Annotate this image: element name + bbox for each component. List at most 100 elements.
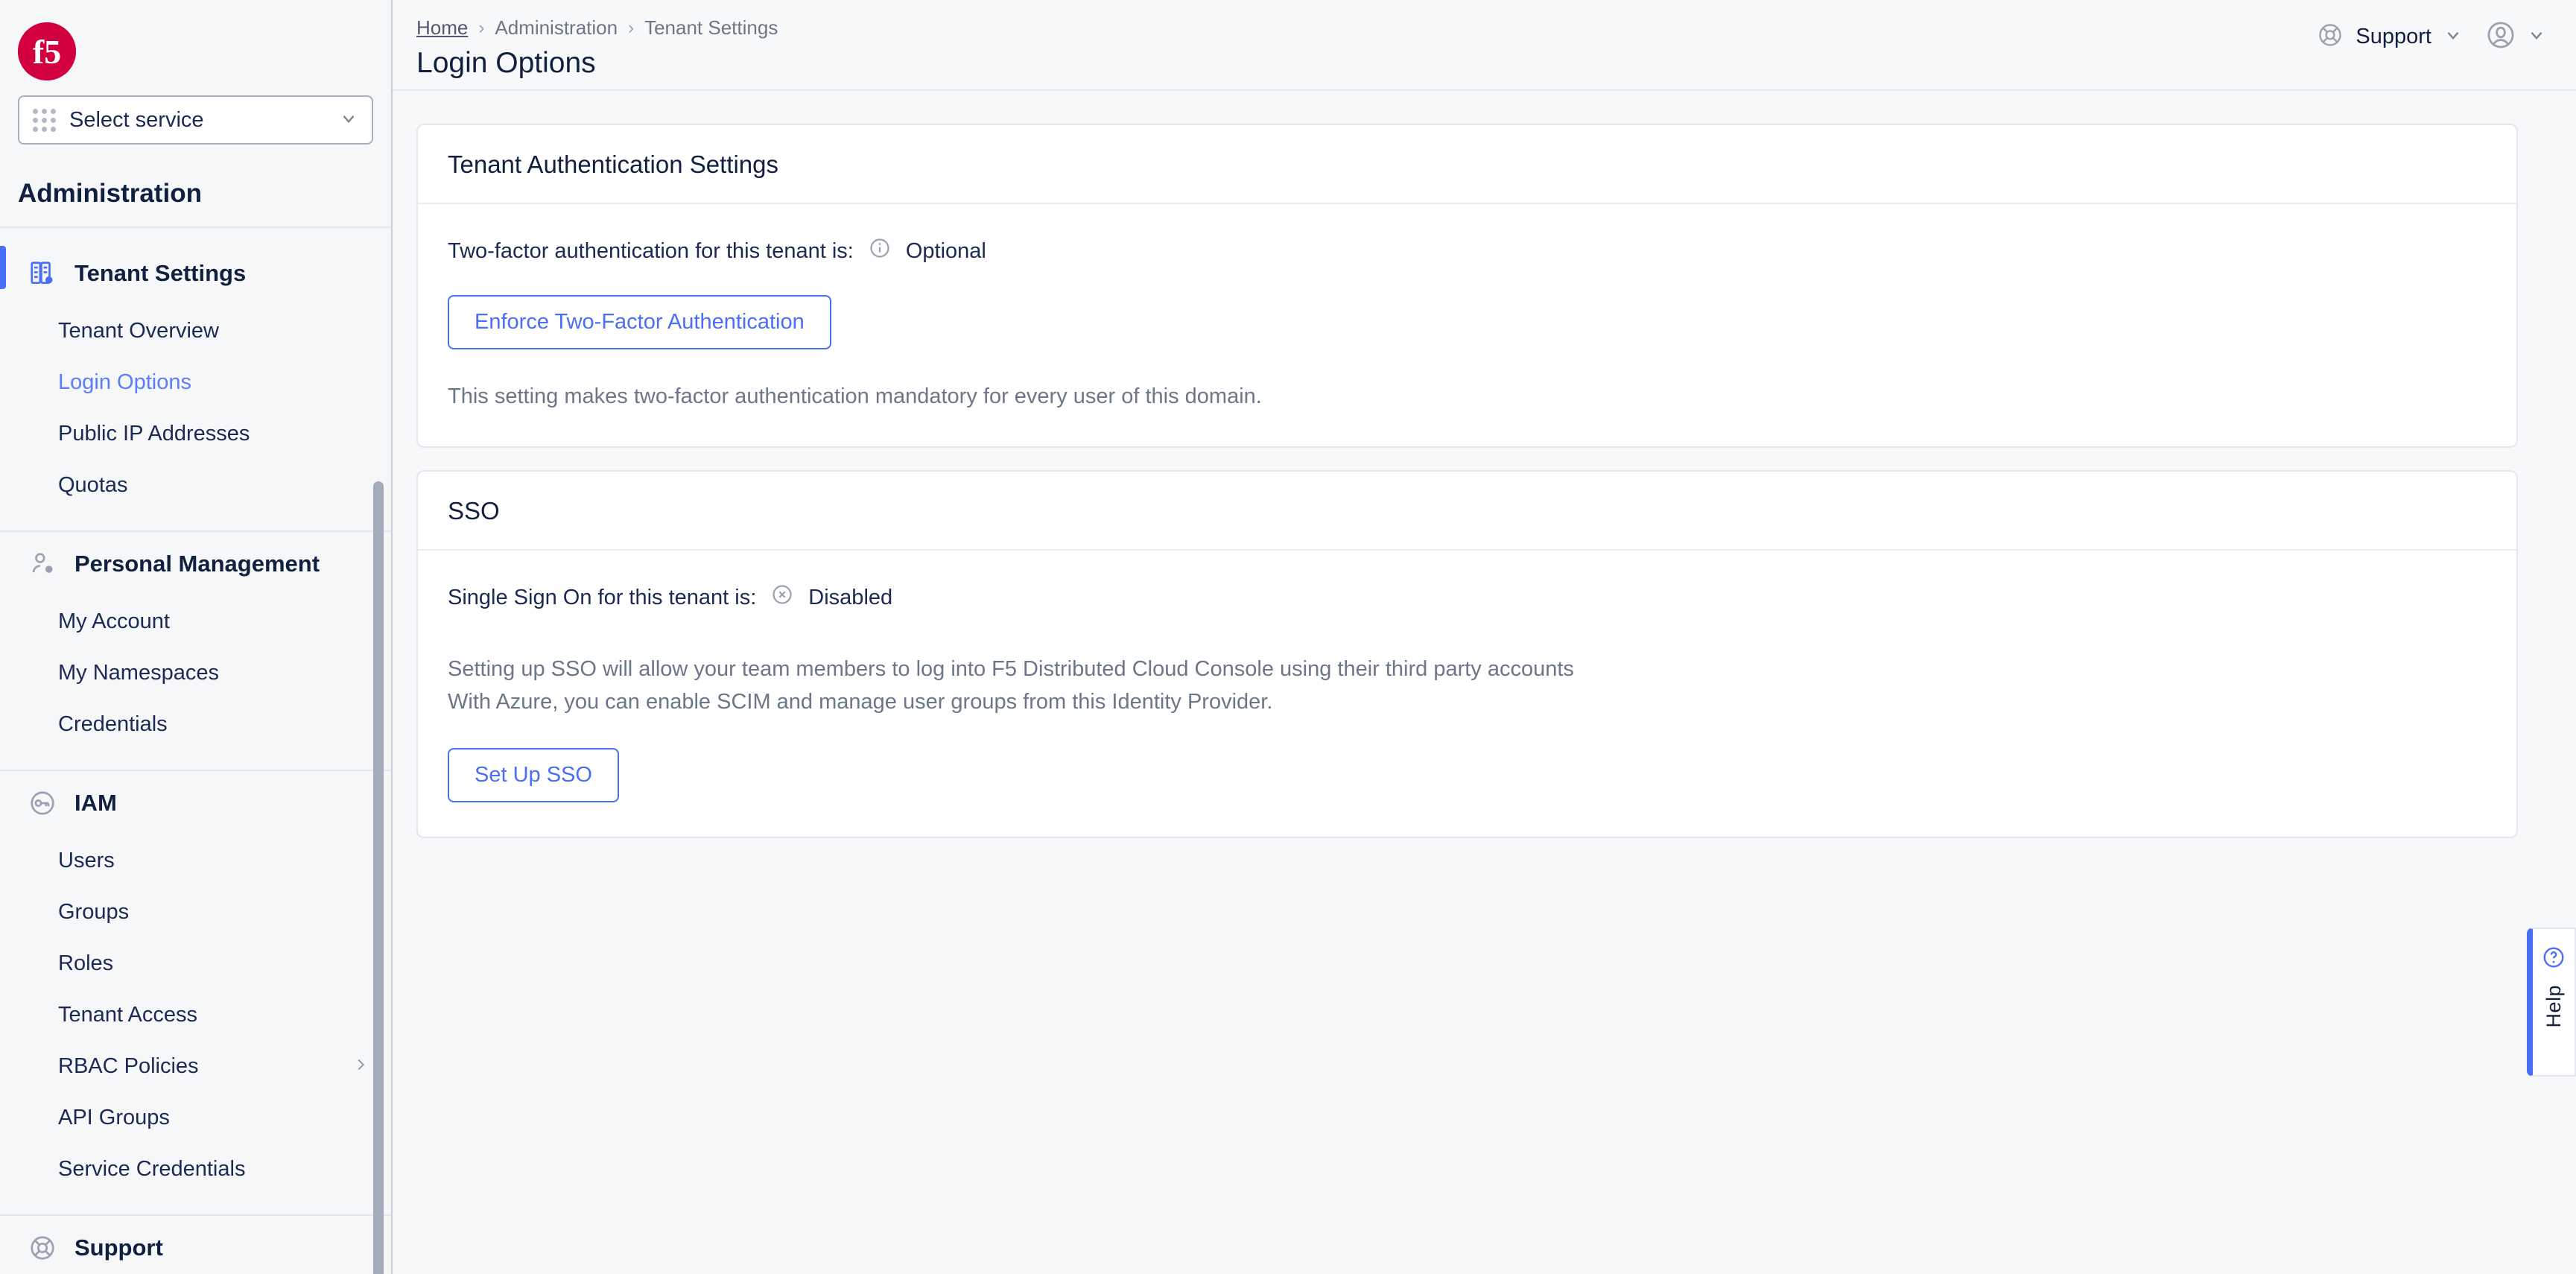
sso-description: Setting up SSO will allow your team memb… — [448, 653, 2487, 718]
sidebar-item-users[interactable]: Users — [0, 835, 391, 887]
enforce-two-factor-authentication-button[interactable]: Enforce Two-Factor Authentication — [448, 295, 831, 349]
sidebar: f5 Select service Administration Tenant … — [0, 0, 393, 1274]
user-menu-button[interactable] — [2485, 19, 2546, 54]
breadcrumb-separator-icon: › — [628, 17, 635, 38]
sso-card: SSO Single Sign On for this tenant is: D — [416, 470, 2518, 839]
app-root: f5 Select service Administration Tenant … — [0, 0, 2576, 1274]
user-avatar-icon — [2485, 19, 2516, 54]
chevron-down-icon — [339, 109, 358, 132]
user-settings-icon — [27, 548, 58, 580]
question-circle-icon — [2542, 945, 2566, 973]
help-tab-label: Help — [2542, 985, 2565, 1028]
sidebar-item-label: Login Options — [58, 370, 191, 394]
sidebar-item-label: Tenant Overview — [58, 319, 219, 343]
sso-status-label: Single Sign On for this tenant is: — [448, 585, 757, 609]
sidebar-item-my-account[interactable]: My Account — [0, 596, 391, 647]
lifebuoy-icon — [27, 1232, 58, 1264]
top-bar-actions: Support — [2317, 0, 2546, 54]
breadcrumb-item-administration[interactable]: Administration — [495, 16, 618, 39]
sso-description-line-2: With Azure, you can enable SCIM and mana… — [448, 689, 1273, 714]
sidebar-item-groups[interactable]: Groups — [0, 887, 391, 938]
sidebar-item-label: RBAC Policies — [58, 1054, 199, 1078]
support-menu-button[interactable]: Support — [2317, 22, 2463, 52]
help-tab[interactable]: Help — [2527, 928, 2576, 1077]
chevron-down-icon — [2527, 25, 2546, 48]
card-title: Tenant Authentication Settings — [448, 150, 778, 178]
tenant-authentication-settings-card: Tenant Authentication Settings Two-facto… — [416, 124, 2518, 449]
sidebar-item-public-ip-addresses[interactable]: Public IP Addresses — [0, 408, 391, 460]
breadcrumb: Home › Administration › Tenant Settings — [416, 16, 778, 39]
logo-area: f5 — [0, 0, 391, 89]
sso-status-value: Disabled — [808, 585, 893, 609]
sidebar-section-label: Tenant Settings — [74, 260, 247, 286]
sidebar-item-login-options[interactable]: Login Options — [0, 357, 391, 408]
content-area: Tenant Authentication Settings Two-facto… — [393, 91, 2576, 1274]
lifebuoy-icon — [2317, 22, 2344, 52]
sidebar-item-service-credentials[interactable]: Service Credentials — [0, 1144, 391, 1195]
sidebar-section-label: Support — [74, 1235, 163, 1261]
card-header: Tenant Authentication Settings — [418, 125, 2516, 204]
sidebar-section-personal-management[interactable]: Personal Management — [0, 532, 391, 596]
sso-description-line-1: Setting up SSO will allow your team memb… — [448, 657, 1574, 682]
sidebar-section-label: Personal Management — [74, 551, 320, 577]
building-settings-icon — [27, 258, 58, 289]
two-factor-status-row: Two-factor authentication for this tenan… — [448, 237, 2487, 265]
set-up-sso-button[interactable]: Set Up SSO — [448, 748, 619, 803]
info-circle-icon[interactable] — [869, 237, 891, 265]
support-label: Support — [2355, 25, 2431, 48]
sidebar-section-support[interactable]: Support — [0, 1216, 391, 1274]
chevron-down-icon — [2443, 25, 2463, 48]
sidebar-item-roles[interactable]: Roles — [0, 938, 391, 989]
sidebar-item-label: My Account — [58, 609, 170, 633]
sidebar-scrollbar[interactable] — [373, 481, 384, 1274]
sidebar-item-label: Groups — [58, 900, 130, 924]
x-circle-icon[interactable] — [771, 583, 793, 612]
service-selector[interactable]: Select service — [18, 95, 373, 145]
main-area: Home › Administration › Tenant Settings … — [393, 0, 2576, 1274]
sidebar-nav: Tenant Settings Tenant Overview Login Op… — [0, 228, 391, 1274]
sso-status-row: Single Sign On for this tenant is: Disab… — [448, 583, 2487, 612]
breadcrumb-block: Home › Administration › Tenant Settings … — [393, 0, 778, 80]
breadcrumb-separator-icon: › — [478, 17, 485, 38]
sidebar-title: Administration — [18, 179, 202, 208]
service-selector-label: Select service — [69, 107, 204, 132]
two-factor-status-label: Two-factor authentication for this tenan… — [448, 238, 854, 263]
card-header: SSO — [418, 472, 2516, 551]
two-factor-helper-text: This setting makes two-factor authentica… — [448, 384, 1262, 408]
f5-logo-icon[interactable]: f5 — [18, 22, 76, 80]
card-body: Two-factor authentication for this tenan… — [418, 204, 2516, 446]
breadcrumb-item-tenant-settings[interactable]: Tenant Settings — [644, 16, 778, 39]
sidebar-item-label: Roles — [58, 951, 114, 975]
card-title: SSO — [448, 497, 500, 525]
sidebar-item-label: Credentials — [58, 712, 168, 736]
sidebar-item-label: Tenant Access — [58, 1003, 197, 1027]
chevron-right-icon — [352, 1055, 369, 1078]
two-factor-status-value: Optional — [905, 238, 986, 263]
sidebar-item-label: Quotas — [58, 473, 128, 497]
sidebar-item-label: My Namespaces — [58, 661, 219, 685]
grid-apps-icon — [33, 108, 56, 132]
sidebar-item-tenant-access[interactable]: Tenant Access — [0, 989, 391, 1041]
svg-text:f5: f5 — [33, 33, 61, 71]
sidebar-section-iam[interactable]: IAM — [0, 771, 391, 835]
breadcrumb-item-home[interactable]: Home — [416, 16, 468, 39]
sidebar-item-my-namespaces[interactable]: My Namespaces — [0, 647, 391, 699]
sidebar-item-label: Public IP Addresses — [58, 422, 250, 446]
sidebar-section-tenant-settings[interactable]: Tenant Settings — [0, 241, 391, 305]
sidebar-item-api-groups[interactable]: API Groups — [0, 1092, 391, 1144]
top-bar: Home › Administration › Tenant Settings … — [393, 0, 2576, 91]
sidebar-item-credentials[interactable]: Credentials — [0, 699, 391, 750]
sidebar-item-rbac-policies[interactable]: RBAC Policies — [0, 1041, 391, 1092]
sidebar-section-label: IAM — [74, 790, 117, 816]
page-title: Login Options — [416, 47, 596, 79]
sidebar-item-label: Users — [58, 849, 115, 872]
sidebar-item-tenant-overview[interactable]: Tenant Overview — [0, 305, 391, 357]
sidebar-item-label: Service Credentials — [58, 1157, 246, 1181]
sidebar-item-quotas[interactable]: Quotas — [0, 460, 391, 511]
card-body: Single Sign On for this tenant is: Disab… — [418, 551, 2516, 837]
sidebar-item-label: API Groups — [58, 1106, 170, 1129]
key-icon — [27, 787, 58, 819]
